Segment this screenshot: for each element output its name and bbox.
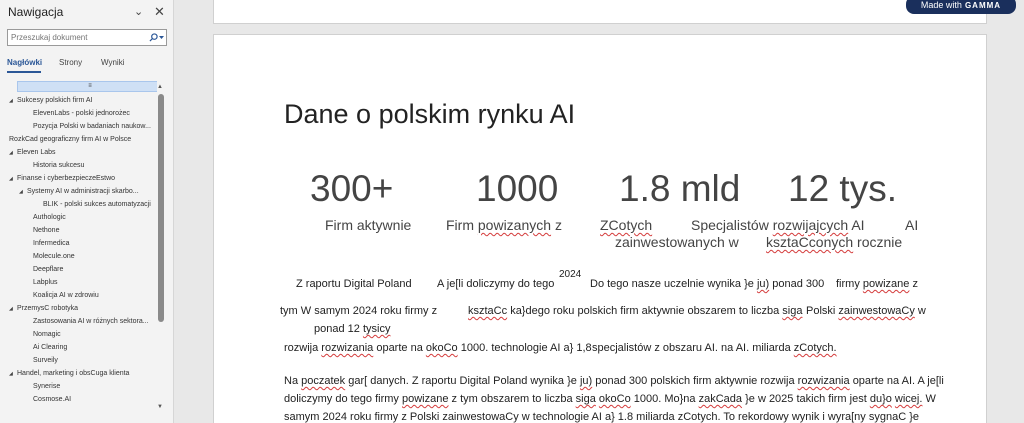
- tree-item[interactable]: Authologic: [33, 211, 66, 224]
- tab-headings[interactable]: Nagłówki: [7, 58, 42, 67]
- made-with-gamma-badge[interactable]: Made with GAMMA: [906, 0, 1016, 14]
- paragraph-line: samym 2024 roku firmy z Polski zainwesto…: [284, 411, 920, 423]
- search-icon: [148, 33, 158, 42]
- tree-top-heading[interactable]: ≡: [17, 81, 157, 92]
- tree-item[interactable]: Deepflare: [33, 263, 63, 276]
- tree-item[interactable]: Cosmose.AI: [33, 393, 71, 406]
- active-tab-indicator: [7, 71, 41, 73]
- paragraph-line: doliczymy do tego firmy powizane z tym o…: [284, 393, 936, 405]
- tree-item[interactable]: Historia sukcesu: [33, 159, 84, 172]
- stat-value: 12 tys.: [788, 168, 897, 209]
- search-button[interactable]: [146, 31, 166, 44]
- previous-page: Made with GAMMA: [213, 0, 1016, 24]
- paragraph-fragment: specjalistów z obszaru AI. na AI. miliar…: [592, 342, 837, 354]
- nav-scrollbar[interactable]: ▲ ▼: [157, 84, 164, 414]
- headings-tree: ≡ ◢ Sukcesy polskich firm AI ElevenLabs -…: [7, 80, 157, 415]
- paragraph-fragment: ponad 12 tysicy: [314, 323, 391, 335]
- tree-item[interactable]: ◢ PrzemysC robotyka: [9, 302, 78, 315]
- collapse-triangle-icon[interactable]: ◢: [9, 173, 17, 186]
- tree-item[interactable]: Synerise: [33, 380, 60, 393]
- tree-item[interactable]: Koalicja AI w zdrowiu: [33, 289, 99, 302]
- tree-item[interactable]: BLIK - polski sukces automatyzacji: [43, 198, 151, 211]
- chevron-down-icon[interactable]: ⌄: [134, 5, 143, 18]
- tree-item[interactable]: Pozycja Polski w badaniach naukow...: [33, 120, 151, 133]
- document-page: Dane o polskim rynku AI 300+ 1000 1.8 ml…: [213, 34, 987, 423]
- stat-label: ZCotych: [600, 217, 653, 233]
- stat-label: AI: [905, 217, 919, 233]
- tree-item[interactable]: Zastosowania AI w różnych sektora...: [33, 315, 149, 328]
- paragraph-fragment: 2024: [559, 269, 582, 280]
- scroll-thumb[interactable]: [158, 94, 164, 322]
- paragraph-fragment: A je[li doliczymy do tego: [437, 278, 555, 290]
- document-area: Made with GAMMA Dane o polskim rynku AI …: [175, 0, 1024, 423]
- tab-pages[interactable]: Strony: [59, 58, 82, 67]
- tree-item[interactable]: ◢ Finanse i cyberbezpieczeEstwo: [9, 172, 115, 185]
- tab-results[interactable]: Wyniki: [101, 58, 124, 67]
- scroll-down-icon[interactable]: ▼: [157, 404, 163, 410]
- paragraph-fragment: tym W samym 2024 roku firmy z: [280, 305, 438, 317]
- collapse-triangle-icon[interactable]: ◢: [9, 368, 17, 381]
- tree-item[interactable]: Surveily: [33, 354, 58, 367]
- dropdown-arrow-icon: [158, 35, 164, 39]
- navigation-pane: Nawigacja ⌄ ✕ Nagłówki Strony Wyniki ≡ ◢…: [0, 0, 174, 423]
- tree-item[interactable]: ◢ Systemy AI w administracji skarbo...: [19, 185, 139, 198]
- paragraph-fragment: Polski zainwestowaCy w: [806, 305, 926, 317]
- collapse-triangle-icon[interactable]: ◢: [9, 147, 17, 160]
- scroll-up-icon[interactable]: ▲: [157, 84, 163, 90]
- page-title: Dane o polskim rynku AI: [284, 99, 576, 129]
- tree-item[interactable]: Molecule.one: [33, 250, 75, 263]
- tree-item[interactable]: ElevenLabs - polski jednorożec: [33, 107, 130, 120]
- paragraph-fragment: Z raportu Digital Poland: [296, 278, 412, 290]
- collapse-triangle-icon[interactable]: ◢: [9, 303, 17, 316]
- stat-label: Firm powizanych z: [446, 217, 562, 233]
- collapse-triangle-icon[interactable]: ◢: [19, 186, 27, 199]
- tree-item[interactable]: ◢ Eleven Labs: [9, 146, 56, 159]
- stat-label: Firm aktywnie: [325, 217, 412, 233]
- search-input[interactable]: [11, 31, 143, 44]
- nav-header: Nawigacja ⌄ ✕: [8, 4, 168, 21]
- nav-title: Nawigacja: [8, 5, 64, 19]
- tree-item[interactable]: ◢ Handel, marketing i obsCuga klienta: [9, 367, 129, 380]
- tree-item[interactable]: ◢ Sukcesy polskich firm AI: [9, 94, 92, 107]
- tree-item[interactable]: Nomagic: [33, 328, 61, 341]
- stat-value: 300+: [310, 168, 394, 209]
- close-icon[interactable]: ✕: [154, 4, 165, 20]
- tree-item[interactable]: RozkCad geograficzny firm AI w Polsce: [9, 133, 131, 146]
- search-box: [7, 29, 167, 46]
- collapse-triangle-icon[interactable]: ◢: [9, 95, 17, 108]
- stat-value: 1.8 mld: [619, 168, 741, 209]
- tree-item[interactable]: Nethone: [33, 224, 59, 237]
- paragraph-line: Na poczatek gar[ danych. Z raportu Digit…: [284, 375, 944, 387]
- stat-value: 1000: [476, 168, 559, 209]
- paragraph-fragment: firmy powizane z: [836, 278, 918, 290]
- stat-label: zainwestowanych w: [615, 234, 739, 250]
- stat-label: ksztaCconych rocznie: [766, 234, 903, 250]
- paragraph-fragment: Do tego nasze uczelnie wynika }e ju) pon…: [590, 278, 825, 290]
- tree-item[interactable]: Infermedica: [33, 237, 70, 250]
- stat-label: Specjalistów rozwijajcych AI: [691, 217, 865, 233]
- tree-item[interactable]: Labplus: [33, 276, 58, 289]
- tree-item[interactable]: Ai Clearing: [33, 341, 67, 354]
- paragraph-fragment: ksztaCc ka}dego roku polskich firm aktyw…: [468, 305, 803, 317]
- paragraph-fragment: rozwija rozwizania oparte na okoCo 1000.…: [284, 342, 592, 354]
